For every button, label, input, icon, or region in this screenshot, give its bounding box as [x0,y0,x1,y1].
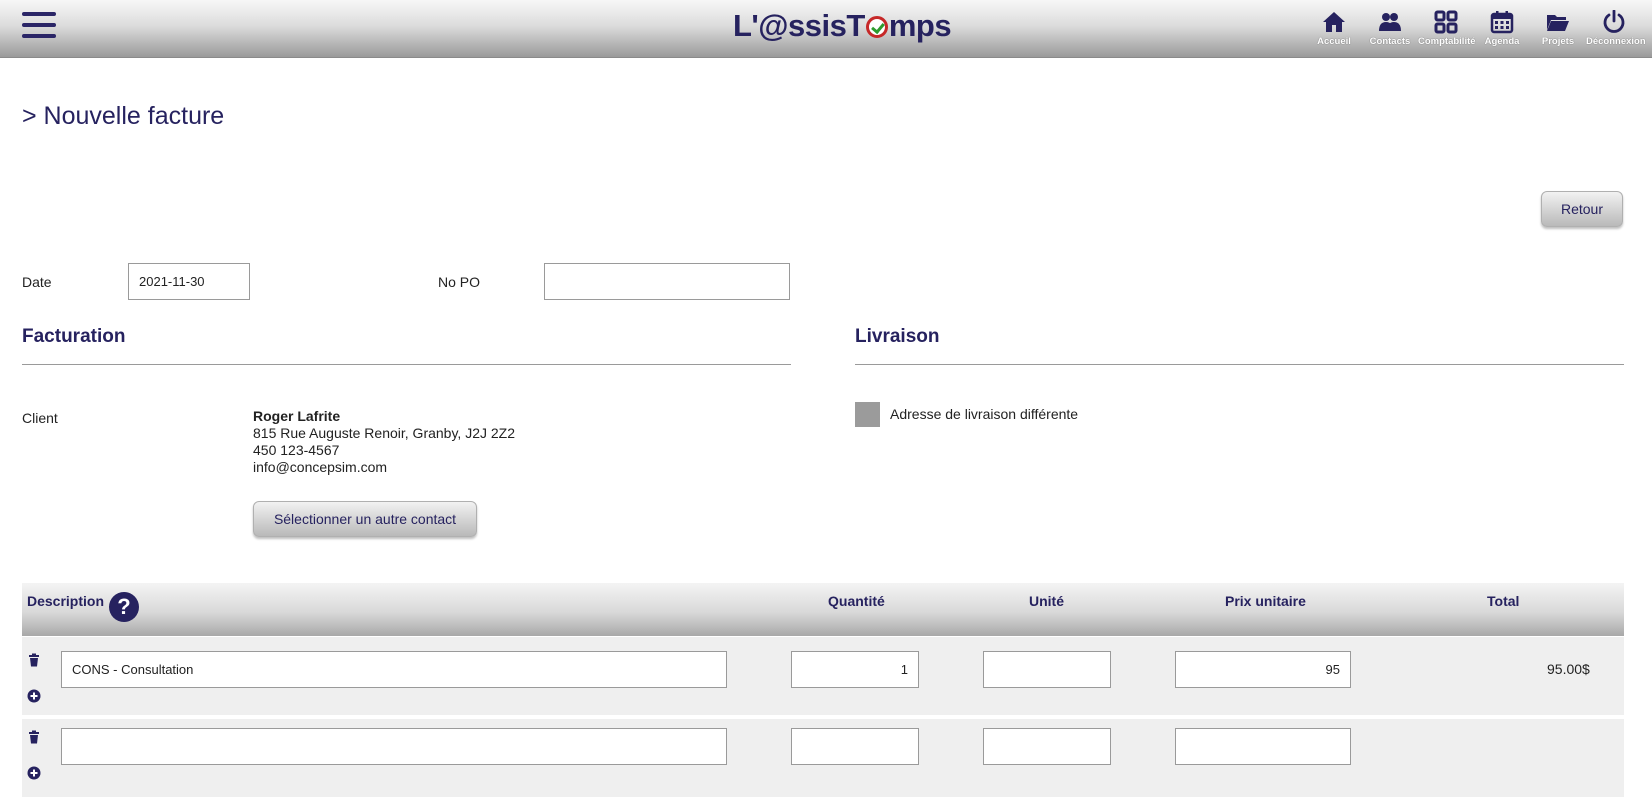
menu-icon[interactable] [22,12,56,38]
nav-label: Projets [1541,36,1575,47]
client-phone: 450 123-4567 [253,442,340,458]
unit-price-input[interactable] [1175,728,1351,765]
nav-agenda[interactable]: Agenda [1474,8,1530,47]
different-address-checkbox[interactable] [855,402,880,427]
po-label: No PO [438,274,481,290]
table-row: 95.00$ [22,637,1624,715]
quantity-input[interactable] [791,728,919,765]
nav-contacts[interactable]: Contacts [1362,8,1418,47]
row-total: 95.00$ [1547,661,1590,677]
trash-icon[interactable] [27,730,41,744]
power-icon [1603,10,1625,33]
home-icon [1323,12,1345,32]
billing-title: Facturation [22,326,126,347]
nav-label: Accueil [1317,36,1351,47]
description-input[interactable] [61,728,727,765]
contacts-icon [1379,13,1401,31]
client-email: info@concepsim.com [253,459,388,475]
nav-label: Déconnexion [1586,36,1646,47]
po-field[interactable] [544,263,790,300]
trash-icon[interactable] [27,653,41,667]
client-label: Client [22,410,58,426]
nav-label: Contacts [1369,36,1411,47]
date-field[interactable] [128,263,250,300]
unit-price-input[interactable] [1175,651,1351,688]
clock-check-icon [865,16,888,38]
description-input[interactable] [61,651,727,688]
main-nav: Accueil Contacts Comptabilité Agenda Pro… [1306,8,1646,47]
help-icon[interactable]: ? [109,592,139,622]
nav-label: Agenda [1484,36,1520,47]
nav-deconnexion[interactable]: Déconnexion [1586,8,1646,47]
date-label: Date [22,274,52,290]
col-total: Total [1487,593,1520,609]
col-unit: Unité [1029,593,1064,609]
nav-label: Comptabilité [1418,36,1476,47]
quantity-input[interactable] [791,651,919,688]
top-bar: L'@ssisT mps Accueil Contacts Comptabilit… [0,0,1652,58]
col-quantity: Quantité [828,593,885,609]
col-description: Description [27,593,105,609]
table-row [22,719,1624,797]
add-circle-icon[interactable] [27,766,41,780]
unit-input[interactable] [983,728,1111,765]
select-contact-button[interactable]: Sélectionner un autre contact [253,501,477,537]
folder-icon [1547,15,1569,31]
grid-icon [1434,10,1458,34]
brand-logo: L'@ssisT mps [733,8,952,43]
client-address: 815 Rue Auguste Renoir, Granby, J2J 2Z2 [253,425,516,441]
nav-projets[interactable]: Projets [1530,8,1586,47]
nav-comptabilite[interactable]: Comptabilité [1418,8,1476,47]
calendar-icon [1490,11,1514,34]
back-button[interactable]: Retour [1541,191,1623,227]
different-address-label: Adresse de livraison différente [890,406,1079,422]
col-unit-price: Prix unitaire [1225,593,1306,609]
client-name: Roger Lafrite [253,408,341,424]
items-table-header: Description ? Quantité Unité Prix unitai… [22,583,1624,636]
page-title: > Nouvelle facture [22,102,225,130]
delivery-title: Livraison [855,326,940,347]
delivery-divider [855,364,1624,365]
billing-divider [22,364,791,365]
nav-accueil[interactable]: Accueil [1306,8,1362,47]
unit-input[interactable] [983,651,1111,688]
add-circle-icon[interactable] [27,689,41,703]
client-info: Roger Lafrite 815 Rue Auguste Renoir, Gr… [253,408,515,476]
